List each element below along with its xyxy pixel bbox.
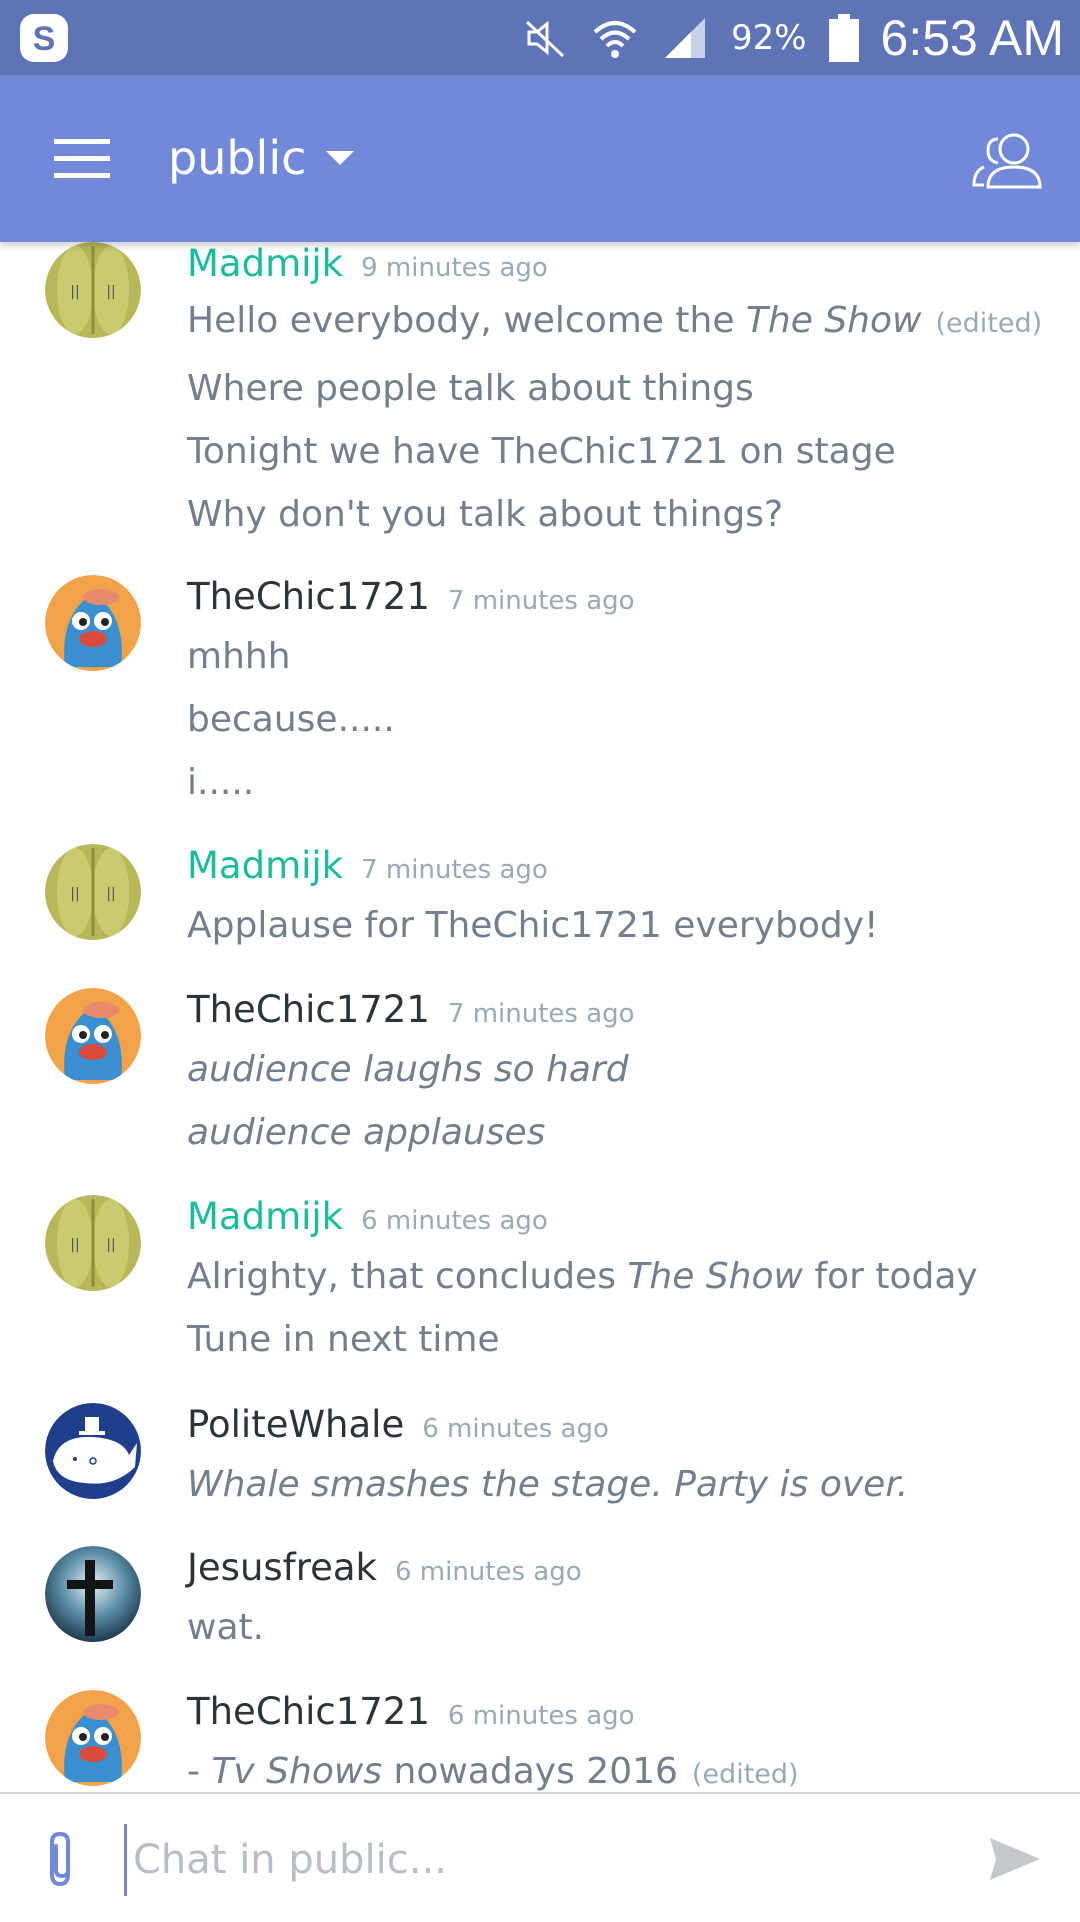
- timestamp: 6 minutes ago: [394, 1557, 582, 1587]
- signal-icon: [664, 17, 705, 58]
- skype-icon: S: [20, 14, 68, 62]
- message-line: Where people talk about things: [187, 368, 754, 409]
- svg-text:||: ||: [70, 1237, 79, 1253]
- message-line: - Tv Shows nowadays 2016 (edited): [187, 1751, 799, 1792]
- mute-icon: [525, 20, 564, 57]
- wifi-icon: [593, 20, 637, 58]
- channel-selector[interactable]: public: [168, 123, 355, 193]
- message-content: TheChic1721 7 minutes ago mhhh because..…: [187, 575, 1040, 814]
- members-icon[interactable]: [968, 127, 1048, 191]
- svg-text:S: S: [33, 20, 56, 58]
- message-line: audience laughs so hard: [187, 1049, 629, 1090]
- penguin-avatar[interactable]: [45, 988, 141, 1084]
- chat-input[interactable]: [124, 1824, 955, 1896]
- status-bar: S 92% 6:53 AM: [0, 0, 1080, 75]
- username[interactable]: PoliteWhale: [187, 1403, 404, 1446]
- channel-title: public: [168, 131, 307, 185]
- message-line: because.....: [187, 699, 395, 740]
- message-content: Madmijk 6 minutes ago Alrighty, that con…: [187, 1195, 1040, 1371]
- svg-text:||: ||: [106, 284, 115, 300]
- svg-text:||: ||: [106, 1237, 115, 1253]
- app-bar: public: [0, 75, 1080, 242]
- username[interactable]: Jesusfreak: [187, 1546, 377, 1589]
- penguin-avatar[interactable]: [45, 575, 141, 671]
- bread-avatar[interactable]: || ||: [45, 242, 141, 338]
- username[interactable]: Madmijk: [187, 1195, 343, 1238]
- timestamp: 7 minutes ago: [361, 855, 548, 885]
- message-line: Tonight we have TheChic1721 on stage: [187, 431, 896, 472]
- message-line: Applause for TheChic1721 everybody!: [187, 905, 879, 946]
- message-line: Alrighty, that concludes The Show for to…: [187, 1256, 978, 1297]
- username[interactable]: TheChic1721: [187, 575, 430, 618]
- hamburger-menu-icon[interactable]: [52, 129, 112, 189]
- timestamp: 9 minutes ago: [361, 253, 548, 283]
- message-line: Whale smashes the stage. Party is over.: [187, 1464, 909, 1505]
- message-content: Jesusfreak 6 minutes ago wat.: [187, 1546, 1040, 1659]
- message-line: i.....: [187, 762, 255, 803]
- message-content: Madmijk 9 minutes ago Hello everybody, w…: [187, 242, 1043, 546]
- timestamp: 7 minutes ago: [447, 999, 635, 1029]
- timestamp: 6 minutes ago: [361, 1206, 548, 1236]
- username[interactable]: TheChic1721: [187, 1690, 430, 1733]
- message-list[interactable]: || || Madmijk 9 minutes ago Hello everyb…: [0, 242, 1080, 1792]
- message-composer: [0, 1792, 1080, 1922]
- message-line: wat.: [187, 1607, 265, 1648]
- message-content: TheChic1721 6 minutes ago - Tv Shows now…: [187, 1690, 1040, 1792]
- bread-avatar[interactable]: || ||: [45, 1195, 141, 1291]
- paperclip-icon[interactable]: [42, 1830, 82, 1890]
- username[interactable]: TheChic1721: [187, 988, 430, 1031]
- username[interactable]: Madmijk: [187, 242, 343, 285]
- message-line: Why don't you talk about things?: [187, 494, 784, 535]
- message-line: audience applauses: [187, 1112, 546, 1153]
- timestamp: 6 minutes ago: [447, 1701, 635, 1731]
- message-line: mhhh: [187, 636, 291, 677]
- message-line: Tune in next time: [187, 1319, 500, 1360]
- battery-percent: 92%: [730, 17, 807, 58]
- svg-text:||: ||: [106, 886, 115, 902]
- bread-avatar[interactable]: || ||: [45, 844, 141, 940]
- message-line: Hello everybody, welcome the The Show (ed…: [187, 300, 1043, 341]
- whale-avatar[interactable]: [45, 1403, 141, 1499]
- timestamp: 6 minutes ago: [422, 1414, 609, 1444]
- send-icon[interactable]: [988, 1834, 1042, 1884]
- message-content: Madmijk 7 minutes ago Applause for TheCh…: [187, 844, 1040, 957]
- chevron-down-icon: [326, 151, 355, 165]
- penguin-avatar[interactable]: [45, 1690, 141, 1786]
- svg-text:||: ||: [70, 284, 79, 300]
- message-content: PoliteWhale 6 minutes ago Whale smashes …: [187, 1403, 1040, 1516]
- timestamp: 7 minutes ago: [447, 586, 635, 616]
- cross-avatar[interactable]: [45, 1546, 141, 1642]
- username[interactable]: Madmijk: [187, 844, 343, 887]
- battery-icon: [828, 13, 859, 62]
- edited-tag: (edited): [935, 308, 1043, 339]
- edited-tag: (edited): [691, 1759, 799, 1790]
- message-content: TheChic1721 7 minutes ago audience laugh…: [187, 988, 1040, 1164]
- clock: 6:53 AM: [880, 9, 1064, 66]
- svg-text:||: ||: [70, 886, 79, 902]
